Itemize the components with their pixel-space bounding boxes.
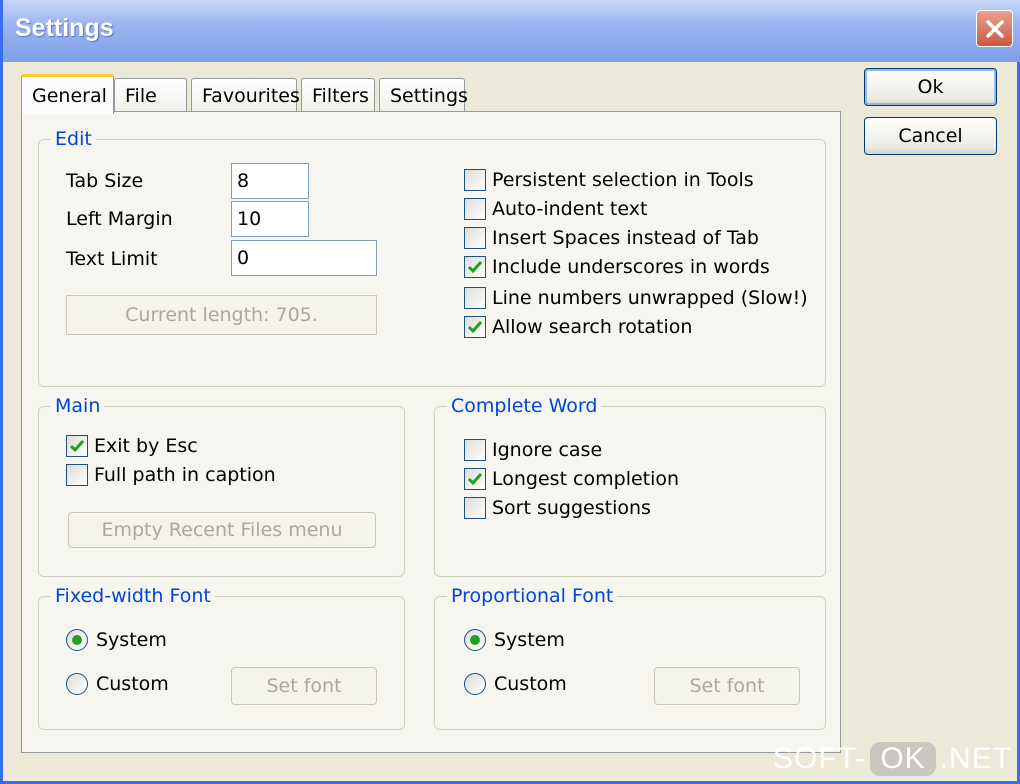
checkbox-label: Longest completion — [492, 468, 680, 490]
tab-file[interactable]: File — [114, 78, 187, 112]
radio-circle — [66, 629, 88, 651]
close-button[interactable] — [976, 10, 1013, 47]
checkbox-box — [464, 169, 486, 191]
checkbox-label: Include underscores in words — [492, 256, 770, 278]
radio-label: Custom — [96, 673, 169, 695]
checkbox-label: Full path in caption — [94, 464, 276, 486]
watermark-right: .NET — [939, 742, 1013, 775]
auto-indent-checkbox[interactable]: Auto-indent text — [464, 198, 647, 220]
tab-label: File — [125, 84, 157, 107]
prop-font-set-font-button[interactable]: Set font — [654, 667, 800, 705]
checkbox-box — [464, 316, 486, 338]
prop-font-custom-radio[interactable]: Custom — [464, 673, 567, 695]
proportional-font-group: Proportional Font System Custom Set font — [434, 585, 826, 730]
prop-font-system-radio[interactable]: System — [464, 629, 565, 651]
longest-completion-checkbox[interactable]: Longest completion — [464, 468, 679, 490]
tab-size-input[interactable]: 8 — [231, 163, 309, 199]
checkbox-box — [464, 497, 486, 519]
text-limit-label: Text Limit — [66, 248, 158, 270]
checkbox-box — [464, 227, 486, 249]
checkbox-label: Allow search rotation — [492, 316, 693, 338]
complete-word-group-title: Complete Word — [447, 395, 602, 417]
watermark: SOFT- OK .NET — [773, 738, 1012, 780]
checkbox-label: Ignore case — [492, 439, 603, 461]
complete-word-group: Complete Word Ignore case Longest comple… — [434, 395, 826, 577]
checkbox-box — [464, 468, 486, 490]
main-group-title: Main — [51, 395, 105, 417]
checkbox-box — [66, 464, 88, 486]
left-margin-input[interactable]: 10 — [231, 201, 309, 237]
tab-size-label: Tab Size — [66, 170, 144, 192]
tab-label: Favourites — [202, 84, 300, 107]
proportional-font-group-title: Proportional Font — [447, 585, 618, 607]
window-title: Settings — [15, 14, 114, 42]
tab-filters[interactable]: Filters — [301, 78, 375, 112]
tab-settings[interactable]: Settings — [379, 78, 468, 112]
radio-label: System — [494, 629, 565, 651]
text-limit-input[interactable]: 0 — [231, 240, 377, 276]
empty-recent-files-button[interactable]: Empty Recent Files menu — [68, 512, 376, 548]
main-group: Main Exit by Esc Full path in caption Em… — [38, 395, 405, 577]
fixed-font-custom-radio[interactable]: Custom — [66, 673, 169, 695]
radio-circle — [464, 629, 486, 651]
tab-label: Settings — [390, 84, 468, 107]
checkbox-box — [464, 287, 486, 309]
line-numbers-checkbox[interactable]: Line numbers unwrapped (Slow!) — [464, 287, 808, 309]
allow-search-rotation-checkbox[interactable]: Allow search rotation — [464, 316, 692, 338]
title-bar[interactable]: Settings — [3, 0, 1020, 62]
radio-label: System — [96, 629, 167, 651]
radio-circle — [464, 673, 486, 695]
radio-selected-dot — [72, 635, 82, 645]
checkmark-icon — [467, 321, 483, 334]
persistent-selection-checkbox[interactable]: Persistent selection in Tools — [464, 169, 754, 191]
fixed-font-set-font-button[interactable]: Set font — [231, 667, 377, 705]
checkmark-icon — [69, 440, 85, 453]
checkbox-box — [464, 256, 486, 278]
tab-general[interactable]: General — [21, 74, 114, 114]
current-length-field: Current length: 705. — [66, 295, 377, 335]
ignore-case-checkbox[interactable]: Ignore case — [464, 439, 602, 461]
cancel-button[interactable]: Cancel — [864, 117, 997, 155]
radio-circle — [66, 673, 88, 695]
tab-label: Filters — [312, 84, 369, 107]
close-icon — [985, 19, 1004, 38]
radio-label: Custom — [494, 673, 567, 695]
fixed-width-font-group: Fixed-width Font System Custom Set font — [38, 585, 405, 730]
include-underscores-checkbox[interactable]: Include underscores in words — [464, 256, 770, 278]
edit-group-title: Edit — [51, 128, 96, 150]
checkbox-label: Exit by Esc — [94, 435, 198, 457]
settings-window: Settings General File Favourites Filters… — [0, 0, 1020, 784]
checkbox-label: Insert Spaces instead of Tab — [492, 227, 759, 249]
fixed-font-system-radio[interactable]: System — [66, 629, 167, 651]
left-margin-label: Left Margin — [66, 208, 173, 230]
checkbox-label: Sort suggestions — [492, 497, 651, 519]
exit-by-esc-checkbox[interactable]: Exit by Esc — [66, 435, 198, 457]
watermark-left: SOFT- — [773, 742, 867, 775]
general-tab-panel: Edit Tab Size 8 Left Margin 10 Text Limi… — [21, 111, 841, 753]
full-path-checkbox[interactable]: Full path in caption — [66, 464, 276, 486]
sort-suggestions-checkbox[interactable]: Sort suggestions — [464, 497, 651, 519]
radio-selected-dot — [470, 635, 480, 645]
fixed-width-font-group-title: Fixed-width Font — [51, 585, 215, 607]
tab-favourites[interactable]: Favourites — [191, 78, 300, 112]
tab-label: General — [32, 84, 107, 107]
checkbox-label: Line numbers unwrapped (Slow!) — [492, 287, 808, 309]
edit-group: Edit Tab Size 8 Left Margin 10 Text Limi… — [38, 128, 826, 387]
insert-spaces-checkbox[interactable]: Insert Spaces instead of Tab — [464, 227, 759, 249]
checkmark-icon — [467, 473, 483, 486]
ok-button[interactable]: Ok — [864, 68, 997, 106]
checkbox-label: Auto-indent text — [492, 198, 648, 220]
checkbox-label: Persistent selection in Tools — [492, 169, 754, 191]
checkmark-icon — [467, 261, 483, 274]
checkbox-box — [464, 198, 486, 220]
watermark-mid: OK — [870, 742, 936, 776]
checkbox-box — [66, 435, 88, 457]
checkbox-box — [464, 439, 486, 461]
